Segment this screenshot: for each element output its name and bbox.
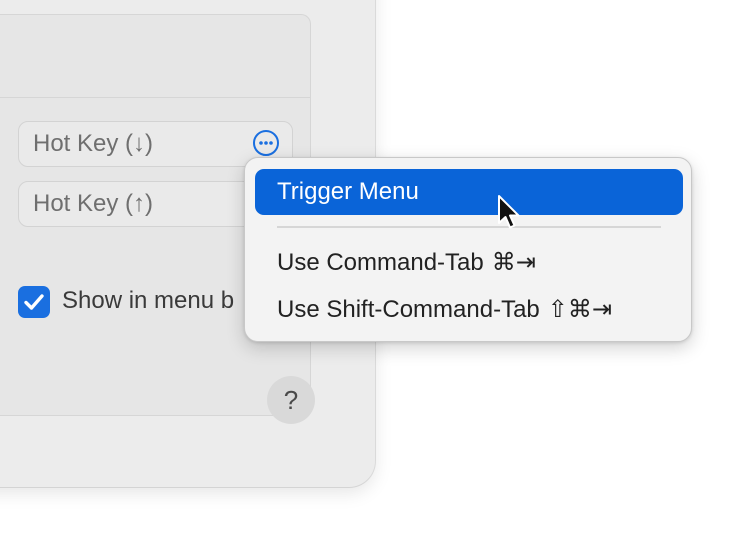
- menu-item-label: Trigger Menu: [277, 178, 419, 205]
- menu-item-shortcut: ⇧⌘⇥: [547, 296, 612, 323]
- menu-item-use-command-tab[interactable]: Use Command-Tab ⌘⇥: [255, 240, 683, 286]
- menu-item-shortcut: ⌘⇥: [491, 249, 536, 276]
- hotkey-popup-menu: Trigger Menu Use Command-Tab ⌘⇥ Use Shift…: [244, 157, 692, 342]
- menu-item-label: Use Shift-Command-Tab: [277, 296, 540, 323]
- menu-item-label: Use Command-Tab: [277, 249, 484, 276]
- help-button[interactable]: ?: [267, 376, 315, 424]
- screen: Hot Key (↓) Hot Key (↑) Show in menu b ?…: [0, 0, 740, 540]
- arrow-pointer-icon: [498, 195, 520, 229]
- show-in-menu-bar-checkbox[interactable]: [18, 286, 50, 318]
- top-panel: [0, 14, 311, 98]
- menu-item-use-shift-command-tab[interactable]: Use Shift-Command-Tab ⇧⌘⇥: [255, 287, 683, 333]
- menu-divider: [277, 226, 661, 228]
- show-in-menu-bar-label: Show in menu b: [62, 287, 235, 314]
- menu-item-trigger-menu[interactable]: Trigger Menu: [255, 169, 683, 215]
- checkmark-icon: [24, 294, 44, 310]
- more-options-icon[interactable]: [253, 130, 279, 156]
